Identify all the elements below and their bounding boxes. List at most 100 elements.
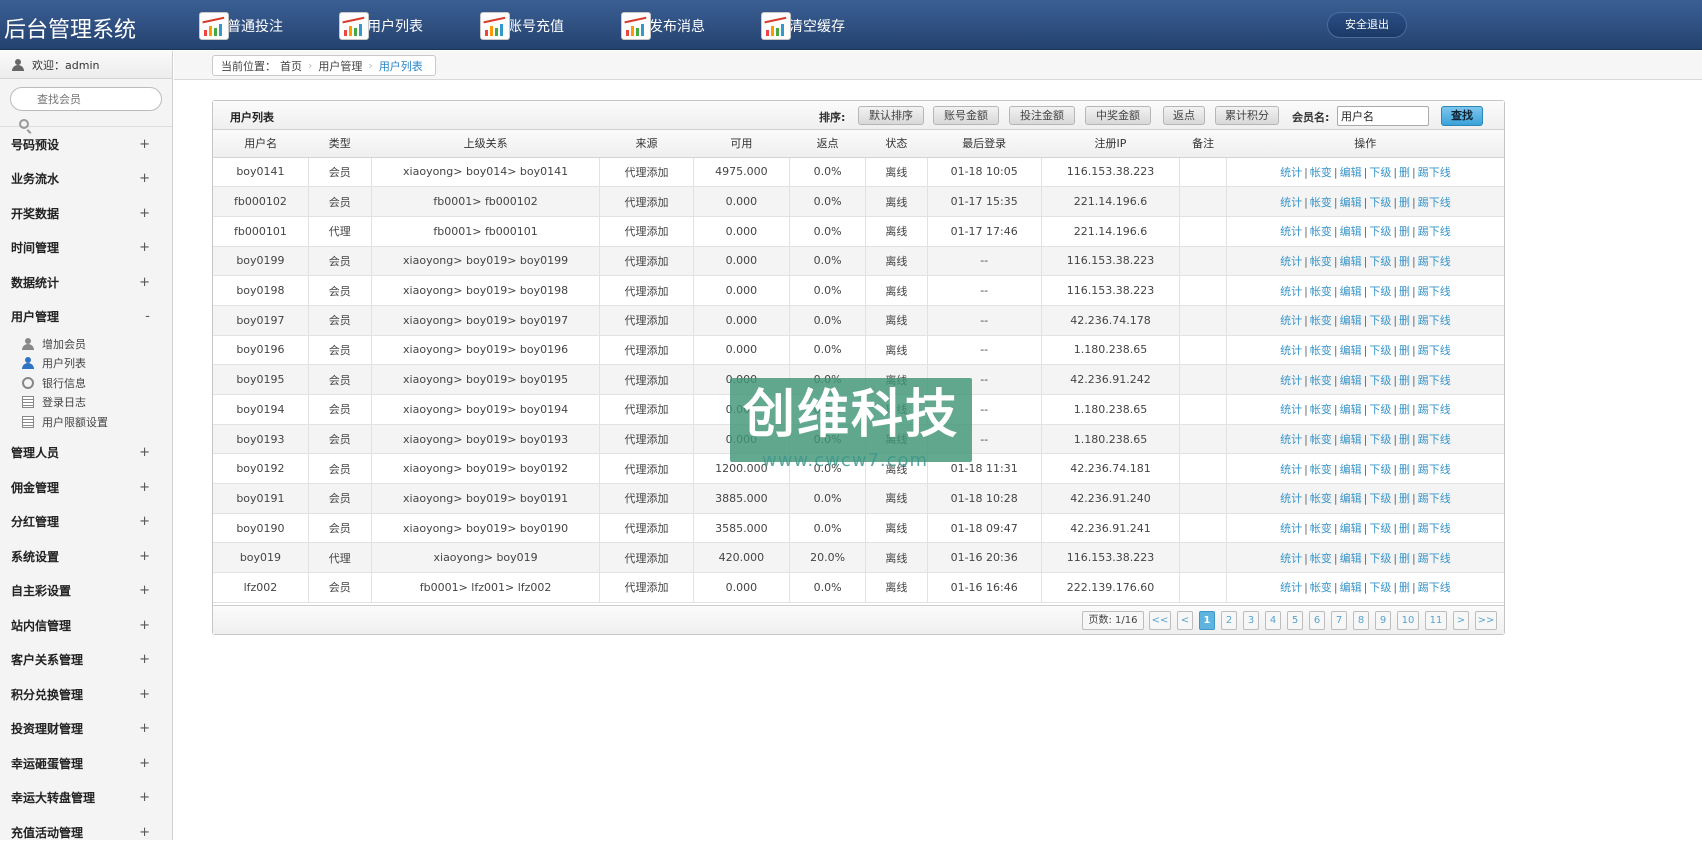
sidebar-subitem[interactable]: 用户列表 [22, 354, 172, 374]
member-search-input[interactable] [10, 87, 162, 111]
page-button[interactable]: 11 [1425, 611, 1447, 630]
sort-button[interactable]: 账号金额 [933, 106, 999, 125]
sort-button[interactable]: 中奖金额 [1085, 106, 1151, 125]
action-link[interactable]: 踢下线 [1418, 255, 1451, 268]
action-link[interactable]: 帐变 [1310, 552, 1332, 565]
action-link[interactable]: 删 [1399, 225, 1410, 238]
action-link[interactable]: 踢下线 [1418, 581, 1451, 594]
action-link[interactable]: 删 [1399, 433, 1410, 446]
page-button[interactable]: << [1149, 611, 1171, 630]
breadcrumb-home[interactable]: 首页 [280, 58, 302, 74]
action-link[interactable]: 下级 [1369, 196, 1391, 209]
action-link[interactable]: 编辑 [1340, 463, 1362, 476]
action-link[interactable]: 统计 [1280, 374, 1302, 387]
sidebar-menu-item[interactable]: 站内信管理 + [0, 608, 172, 643]
action-link[interactable]: 下级 [1369, 463, 1391, 476]
sidebar-menu-item[interactable]: 管理人员 + [0, 436, 172, 471]
topnav-item[interactable]: 账号充值 [480, 10, 564, 42]
action-link[interactable]: 删 [1399, 285, 1410, 298]
action-link[interactable]: 踢下线 [1418, 196, 1451, 209]
action-link[interactable]: 踢下线 [1418, 285, 1451, 298]
action-link[interactable]: 下级 [1369, 433, 1391, 446]
action-link[interactable]: 帐变 [1310, 463, 1332, 476]
action-link[interactable]: 删 [1399, 403, 1410, 416]
action-link[interactable]: 编辑 [1340, 255, 1362, 268]
sidebar-menu-item[interactable]: 号码预设 + [0, 127, 172, 162]
action-link[interactable]: 帐变 [1310, 285, 1332, 298]
action-link[interactable]: 编辑 [1340, 433, 1362, 446]
action-link[interactable]: 统计 [1280, 255, 1302, 268]
action-link[interactable]: 下级 [1369, 552, 1391, 565]
action-link[interactable]: 删 [1399, 196, 1410, 209]
action-link[interactable]: 踢下线 [1418, 403, 1451, 416]
sidebar-menu-item[interactable]: 积分兑换管理 + [0, 677, 172, 712]
action-link[interactable]: 踢下线 [1418, 552, 1451, 565]
action-link[interactable]: 下级 [1369, 225, 1391, 238]
action-link[interactable]: 编辑 [1340, 166, 1362, 179]
sidebar-menu-item[interactable]: 数据统计 + [0, 265, 172, 300]
sidebar-menu-item[interactable]: 时间管理 + [0, 231, 172, 266]
sidebar-menu-item[interactable]: 充值活动管理 + [0, 815, 172, 850]
action-link[interactable]: 下级 [1369, 314, 1391, 327]
action-link[interactable]: 编辑 [1340, 196, 1362, 209]
action-link[interactable]: 统计 [1280, 522, 1302, 535]
action-link[interactable]: 帐变 [1310, 166, 1332, 179]
sort-button[interactable]: 投注金额 [1009, 106, 1075, 125]
action-link[interactable]: 下级 [1369, 492, 1391, 505]
page-button[interactable]: > [1453, 611, 1469, 630]
action-link[interactable]: 下级 [1369, 374, 1391, 387]
sort-button[interactable]: 返点 [1163, 106, 1205, 125]
action-link[interactable]: 统计 [1280, 225, 1302, 238]
action-link[interactable]: 编辑 [1340, 314, 1362, 327]
action-link[interactable]: 统计 [1280, 344, 1302, 357]
action-link[interactable]: 下级 [1369, 285, 1391, 298]
action-link[interactable]: 编辑 [1340, 492, 1362, 505]
action-link[interactable]: 下级 [1369, 255, 1391, 268]
action-link[interactable]: 编辑 [1340, 581, 1362, 594]
topnav-item[interactable]: 用户列表 [339, 10, 423, 42]
action-link[interactable]: 踢下线 [1418, 492, 1451, 505]
action-link[interactable]: 下级 [1369, 403, 1391, 416]
action-link[interactable]: 统计 [1280, 403, 1302, 416]
action-link[interactable]: 下级 [1369, 522, 1391, 535]
sidebar-subitem[interactable]: 银行信息 [19, 373, 172, 393]
logout-button[interactable]: 安全退出 [1327, 12, 1407, 38]
sidebar-subitem[interactable]: 增加会员 [22, 334, 172, 354]
action-link[interactable]: 下级 [1369, 344, 1391, 357]
sidebar-menu-item[interactable]: 业务流水 + [0, 162, 172, 197]
action-link[interactable]: 统计 [1280, 552, 1302, 565]
action-link[interactable]: 编辑 [1340, 285, 1362, 298]
topnav-item[interactable]: 普通投注 [199, 10, 283, 42]
action-link[interactable]: 帐变 [1310, 433, 1332, 446]
action-link[interactable]: 帐变 [1310, 492, 1332, 505]
action-link[interactable]: 统计 [1280, 463, 1302, 476]
page-button[interactable]: 7 [1331, 611, 1347, 630]
sidebar-menu-item[interactable]: 自主彩设置 + [0, 574, 172, 609]
sidebar-menu-item[interactable]: 幸运砸蛋管理 + [0, 746, 172, 781]
sidebar-menu-item[interactable]: 用户管理 - [0, 300, 172, 335]
action-link[interactable]: 编辑 [1340, 225, 1362, 238]
action-link[interactable]: 删 [1399, 374, 1410, 387]
breadcrumb-user-list[interactable]: 用户列表 [379, 58, 423, 74]
action-link[interactable]: 编辑 [1340, 403, 1362, 416]
action-link[interactable]: 下级 [1369, 581, 1391, 594]
action-link[interactable]: 编辑 [1340, 552, 1362, 565]
action-link[interactable]: 统计 [1280, 285, 1302, 298]
action-link[interactable]: 帐变 [1310, 374, 1332, 387]
action-link[interactable]: 踢下线 [1418, 522, 1451, 535]
action-link[interactable]: 踢下线 [1418, 433, 1451, 446]
sidebar-subitem[interactable]: 登录日志 [22, 393, 172, 413]
sidebar-subitem[interactable]: 用户限额设置 [22, 412, 172, 432]
page-button[interactable]: 1 [1199, 611, 1215, 630]
sidebar-menu-item[interactable]: 幸运大转盘管理 + [0, 781, 172, 816]
action-link[interactable]: 编辑 [1340, 374, 1362, 387]
action-link[interactable]: 删 [1399, 522, 1410, 535]
action-link[interactable]: 删 [1399, 492, 1410, 505]
page-button[interactable]: 9 [1375, 611, 1391, 630]
sidebar-menu-item[interactable]: 投资理财管理 + [0, 712, 172, 747]
action-link[interactable]: 删 [1399, 166, 1410, 179]
page-button[interactable]: 2 [1221, 611, 1237, 630]
action-link[interactable]: 帐变 [1310, 581, 1332, 594]
action-link[interactable]: 下级 [1369, 166, 1391, 179]
topnav-item[interactable]: 清空缓存 [761, 10, 845, 42]
